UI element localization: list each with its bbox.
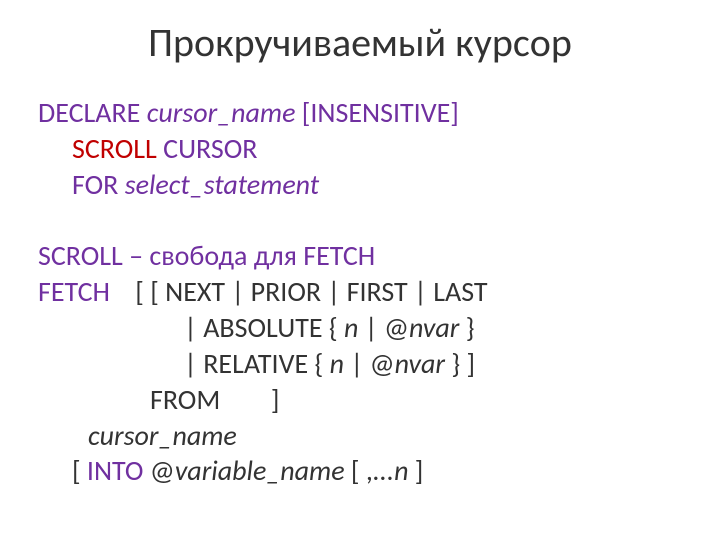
f6a: [ — [72, 453, 87, 488]
scroll-note-text: SCROLL – свобода для — [38, 238, 303, 273]
f2nvar: nvar — [409, 310, 466, 345]
f6c: ] — [415, 453, 424, 488]
f6at: @ — [150, 453, 175, 488]
kw-for: FOR — [72, 167, 125, 202]
f3a: | RELATIVE { — [184, 346, 330, 381]
kw-fetch: FETCH — [38, 274, 110, 309]
declare-line3: FOR select_statement — [38, 167, 690, 203]
scroll-note-fetch: FETCH — [303, 238, 375, 273]
f2close: } — [466, 310, 475, 345]
select-stmt: select_statement — [125, 167, 319, 202]
insensitive: [INSENSITIVE] — [302, 95, 459, 130]
f2n: n — [344, 310, 365, 345]
kw-declare: DECLARE — [38, 95, 147, 130]
f6var: variable_name — [175, 453, 351, 488]
kw-scroll: SCROLL — [72, 131, 163, 166]
f2a: | ABSOLUTE { — [184, 310, 344, 345]
declare-line2: SCROLL CURSOR — [38, 131, 690, 167]
f6dots: ... — [373, 453, 394, 488]
fetch-line5: cursor_name — [38, 418, 690, 454]
slide-title: Прокручиваемый курсор — [0, 18, 720, 67]
fetch-l1-rest: [ [ NEXT | PRIOR | FIRST | LAST — [110, 274, 488, 309]
kw-into: INTO — [87, 453, 150, 488]
f3n: n — [330, 346, 351, 381]
f3close: } ] — [451, 346, 475, 381]
fetch-line1: FETCH [ [ NEXT | PRIOR | FIRST | LAST — [38, 274, 690, 310]
f6b: [ — [351, 453, 366, 488]
f3at: @ — [370, 346, 395, 381]
scroll-note: SCROLL – свобода для FETCH — [38, 238, 690, 274]
slide-body: DECLARE cursor_name [INSENSITIVE] SCROLL… — [0, 95, 720, 489]
f2at: @ — [384, 310, 409, 345]
fetch-line4: FROM ] — [38, 382, 690, 418]
fetch-line6: [ INTO @variable_name [ ,...n ] — [38, 453, 690, 489]
f3nvar: nvar — [395, 346, 452, 381]
cursor-name: cursor_name — [147, 95, 302, 130]
kw-cursor: CURSOR — [163, 131, 257, 166]
fetch-line3: | RELATIVE { n | @nvar } ] — [38, 346, 690, 382]
f3pipe: | — [350, 346, 369, 381]
declare-line1: DECLARE cursor_name [INSENSITIVE] — [38, 95, 690, 131]
spacer — [38, 202, 690, 238]
f6comma: , — [366, 453, 373, 488]
f6n: n — [394, 453, 415, 488]
f2pipe: | — [365, 310, 384, 345]
fetch-line2: | ABSOLUTE { n | @nvar } — [38, 310, 690, 346]
